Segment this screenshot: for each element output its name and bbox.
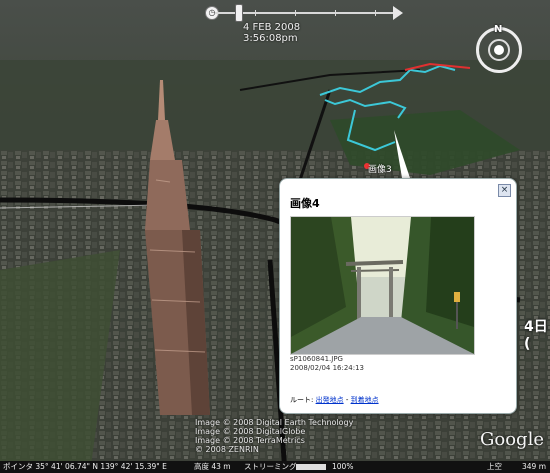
- eye-altitude-value: 349 m: [522, 462, 547, 471]
- time-slider[interactable]: ◷: [205, 4, 405, 22]
- date-label: 4 FEB 2008: [243, 22, 301, 33]
- time-label: 3:56:08pm: [243, 33, 298, 44]
- streaming-progress-bar: [296, 464, 326, 470]
- pointer-coordinates: ポインタ 35° 41' 06.74" N 139° 42' 15.39" E: [3, 462, 167, 471]
- imagery-attribution: Image © 2008 Digital Earth Technology Im…: [195, 418, 353, 454]
- time-readout: 4 FEB 2008 3:56:08pm: [243, 22, 300, 44]
- time-slider-thumb[interactable]: [235, 4, 243, 22]
- map-3d-view[interactable]: ◷ 4 FEB 2008 3:56:08pm N 画像3 4日( × 画像4 s…: [0, 0, 550, 473]
- close-icon[interactable]: ×: [498, 184, 511, 197]
- eye-altitude-label: 上空: [487, 462, 502, 471]
- navigation-compass[interactable]: N: [476, 24, 522, 73]
- streaming-label: ストリーミング: [244, 462, 297, 471]
- photo-timestamp: 2008/02/04 16:24:13: [290, 364, 365, 372]
- google-logo: Google: [480, 429, 544, 450]
- route-from-link[interactable]: 出発地点: [316, 396, 344, 404]
- attribution-line: Image © 2008 Digital Earth Technology: [195, 418, 354, 427]
- route-links: ルート: 出発地点 - 到着地点: [290, 395, 379, 405]
- streaming-percent: 100%: [332, 462, 354, 471]
- play-icon[interactable]: [393, 6, 403, 20]
- eye-icon[interactable]: [494, 45, 504, 55]
- status-bar: ポインタ 35° 41' 06.74" N 139° 42' 15.39" E …: [0, 461, 550, 473]
- elevation-readout: 高度 43 m: [194, 462, 231, 471]
- balloon-title: 画像4: [290, 197, 320, 210]
- map-label-partial: 4日(: [524, 319, 548, 352]
- route-prefix: ルート:: [290, 396, 316, 404]
- balloon-photo: [290, 216, 475, 355]
- attribution-line: © 2008 ZENRIN: [195, 445, 259, 454]
- attribution-line: Image © 2008 TerraMetrics: [195, 436, 305, 445]
- attribution-line: Image © 2008 DigitalGlobe: [195, 427, 306, 436]
- placemark-balloon: × 画像4 sP1060841.JPG 2008/02/04 16:24:13 …: [279, 178, 517, 414]
- placemark-label[interactable]: 画像3: [368, 162, 392, 175]
- photo-filename: sP1060841.JPG: [290, 355, 343, 363]
- route-separator: -: [343, 396, 351, 404]
- north-indicator: N: [494, 24, 503, 35]
- photo-caption: sP1060841.JPG 2008/02/04 16:24:13: [290, 355, 364, 373]
- route-to-link[interactable]: 到着地点: [351, 396, 379, 404]
